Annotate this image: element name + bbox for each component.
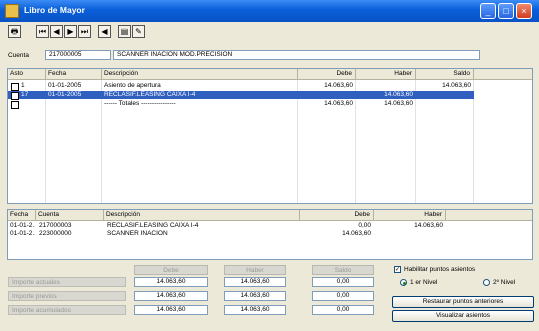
nivel1-radio[interactable] bbox=[400, 279, 407, 286]
summary-label-previos: Importe previos bbox=[8, 291, 126, 301]
summary-haber-previos: 14.063,60 bbox=[224, 291, 286, 301]
cuenta-label: Cuenta bbox=[8, 52, 29, 59]
tool-icon[interactable]: ✎ bbox=[132, 25, 145, 38]
nivel2-radio[interactable] bbox=[483, 279, 490, 286]
summary-debe-actuales: 14.063,60 bbox=[134, 277, 208, 287]
cell-asto: 17 bbox=[21, 91, 29, 98]
cell-haber bbox=[356, 82, 413, 90]
col-haber[interactable]: Haber bbox=[374, 210, 446, 221]
next-icon[interactable]: ▶ bbox=[64, 25, 77, 38]
toolbar: 🖶 ⏮ ◀ ▶ ⏭ ◀ ▤ ✎ bbox=[0, 22, 539, 42]
cell-debe: 14.063,60 bbox=[324, 82, 353, 89]
print-icon[interactable]: 🖶 bbox=[8, 25, 21, 38]
table-row-selected[interactable]: 17 01-01-2005 RECLASIF.LEASING CAIXA I-4… bbox=[8, 91, 474, 100]
nivel1-label: 1 er Nivel bbox=[410, 279, 438, 286]
col-debe[interactable]: Debe bbox=[300, 210, 374, 221]
summary-debe-previos: 14.063,60 bbox=[134, 291, 208, 301]
summary-haber-acumulados: 14.063,60 bbox=[224, 305, 286, 315]
cell-debe: 0,00 bbox=[358, 222, 371, 229]
col-cuenta[interactable]: Cuenta bbox=[36, 210, 104, 221]
cell-haber: 14.063,60 bbox=[414, 222, 443, 229]
cell-asto: 1 bbox=[21, 82, 25, 89]
nivel2-label: 2º Nivel bbox=[493, 279, 516, 286]
close-button[interactable]: × bbox=[516, 3, 532, 19]
cell-descripcion: RECLASIF.LEASING CAIXA I-4 bbox=[104, 91, 196, 98]
habilitar-label: Habilitar puntos asientos bbox=[404, 266, 476, 273]
window-title: Libro de Mayor bbox=[24, 5, 85, 15]
cell-saldo bbox=[416, 91, 471, 99]
col-empty bbox=[474, 69, 532, 80]
col-fecha[interactable]: Fecha bbox=[8, 210, 36, 221]
cell-cuenta: 217000003 bbox=[39, 222, 72, 229]
summary-header-debe: Debe bbox=[134, 265, 208, 275]
cell-debe: 14.063,60 bbox=[342, 230, 371, 237]
cell-haber: 14.063,60 bbox=[384, 100, 413, 107]
cell-descripcion: ------ Totales ---------------- bbox=[104, 100, 176, 107]
cell-cuenta: 223000000 bbox=[39, 230, 72, 237]
row-checkbox[interactable] bbox=[11, 101, 19, 109]
cell-saldo: 14.063,60 bbox=[442, 82, 471, 89]
cell-debe bbox=[298, 91, 353, 99]
summary-header-haber: Haber bbox=[224, 265, 286, 275]
visualizar-button[interactable]: Visualizar asientos bbox=[392, 310, 534, 322]
maximize-button[interactable]: □ bbox=[498, 3, 514, 19]
minimize-button[interactable]: _ bbox=[480, 3, 496, 19]
col-asto[interactable]: Asto bbox=[8, 69, 46, 80]
first-icon[interactable]: ⏮ bbox=[36, 25, 49, 38]
cell-fecha: 01-01-2005 bbox=[48, 91, 82, 98]
cuenta-code-field[interactable]: 217000005 bbox=[45, 50, 111, 60]
col-saldo[interactable]: Saldo bbox=[416, 69, 474, 80]
col-descripcion[interactable]: Descripción bbox=[104, 210, 300, 221]
cell-descripcion: RECLASIF.LEASING CAIXA I-4 bbox=[107, 222, 199, 229]
col-empty bbox=[446, 210, 532, 221]
row-checkbox[interactable] bbox=[11, 83, 19, 91]
summary-label-acumulados: Importe acumulados bbox=[8, 305, 126, 315]
chart-icon[interactable]: ▤ bbox=[118, 25, 131, 38]
summary-saldo-previos: 0,00 bbox=[312, 291, 374, 301]
cell-fecha: 01-01-2005 bbox=[48, 82, 82, 89]
detail-grid[interactable]: Fecha Cuenta Descripción Debe Haber 01-0… bbox=[7, 209, 533, 260]
last-icon[interactable]: ⏭ bbox=[78, 25, 91, 38]
cuenta-name-field[interactable]: SCANNER INACION MOD.PRECISION bbox=[113, 50, 480, 60]
cell-fecha: 01-01-2... bbox=[10, 230, 35, 237]
cell-debe: 14.063,60 bbox=[324, 100, 353, 107]
col-debe[interactable]: Debe bbox=[298, 69, 356, 80]
summary-debe-acumulados: 14.063,60 bbox=[134, 305, 208, 315]
back-icon[interactable]: ◀ bbox=[98, 25, 111, 38]
movements-grid[interactable]: Asto Fecha Descripción Debe Haber Saldo … bbox=[7, 68, 533, 204]
title-bar: Libro de Mayor _ □ × bbox=[0, 0, 539, 22]
prev-icon[interactable]: ◀ bbox=[50, 25, 63, 38]
summary-saldo-actuales: 0,00 bbox=[312, 277, 374, 287]
cell-fecha: 01-01-2... bbox=[10, 222, 35, 229]
summary-saldo-acumulados: 0,00 bbox=[312, 305, 374, 315]
cell-descripcion: Asiento de apertura bbox=[104, 82, 161, 89]
summary-label-actuales: Importe actuales bbox=[8, 277, 126, 287]
row-checkbox[interactable] bbox=[11, 92, 19, 100]
cell-haber: 14.063,60 bbox=[384, 91, 413, 98]
cell-haber bbox=[374, 230, 443, 238]
summary-header-saldo: Saldo bbox=[312, 265, 374, 275]
table-row[interactable]: 01-01-2... 223000000 SCANNER INACION 14.… bbox=[8, 230, 446, 238]
restaurar-button[interactable]: Restaurar puntos anteriores bbox=[392, 296, 534, 308]
col-descripcion[interactable]: Descripción bbox=[102, 69, 298, 80]
col-haber[interactable]: Haber bbox=[356, 69, 416, 80]
table-row[interactable]: 1 01-01-2005 Asiento de apertura 14.063,… bbox=[8, 82, 474, 91]
summary-haber-actuales: 14.063,60 bbox=[224, 277, 286, 287]
table-row-totals[interactable]: ------ Totales ---------------- 14.063,6… bbox=[8, 100, 474, 109]
table-row[interactable]: 01-01-2... 217000003 RECLASIF.LEASING CA… bbox=[8, 222, 446, 230]
habilitar-checkbox[interactable]: ✓ bbox=[394, 266, 401, 273]
cell-descripcion: SCANNER INACION bbox=[107, 230, 168, 237]
col-fecha[interactable]: Fecha bbox=[46, 69, 102, 80]
app-icon bbox=[5, 4, 19, 18]
